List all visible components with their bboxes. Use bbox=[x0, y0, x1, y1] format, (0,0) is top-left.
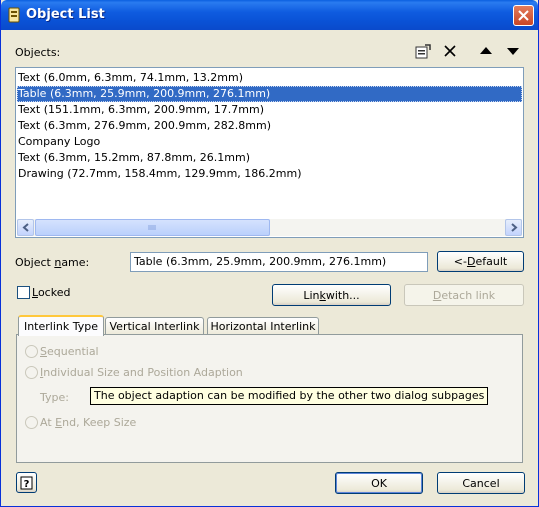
object-name-label: Object name: bbox=[15, 256, 90, 269]
horizontal-scrollbar[interactable] bbox=[17, 219, 522, 236]
delete-x-icon[interactable] bbox=[441, 43, 459, 59]
objects-listbox[interactable]: Text (6.0mm, 6.3mm, 74.1mm, 13.2mm) Tabl… bbox=[15, 67, 524, 238]
chevron-left-icon bbox=[21, 223, 29, 232]
scroll-thumb[interactable] bbox=[35, 219, 270, 236]
locked-checkbox[interactable] bbox=[17, 286, 30, 299]
close-button[interactable] bbox=[513, 5, 534, 26]
grip-icon bbox=[148, 225, 156, 230]
default-button[interactable]: <- Default bbox=[437, 251, 524, 272]
scroll-right-button[interactable] bbox=[505, 219, 522, 236]
object-list-dialog: Object List Objects: Text (6.0mm, 6.3mm,… bbox=[0, 0, 539, 507]
arrow-down-icon[interactable] bbox=[504, 43, 522, 59]
list-item[interactable]: Text (6.3mm, 276.9mm, 200.9mm, 282.8mm) bbox=[17, 118, 522, 134]
sequential-label: Sequential bbox=[40, 345, 99, 358]
title-bar[interactable]: Object List bbox=[1, 0, 538, 30]
properties-icon[interactable] bbox=[414, 43, 432, 59]
help-question-icon: ? bbox=[20, 476, 33, 490]
window-title: Object List bbox=[26, 7, 105, 22]
close-icon bbox=[518, 10, 529, 21]
tab-vertical-interlink[interactable]: Vertical Interlink bbox=[105, 317, 204, 335]
sequential-radio[interactable] bbox=[25, 345, 38, 358]
link-with-button[interactable]: Lin k with... bbox=[272, 284, 391, 306]
svg-text:?: ? bbox=[24, 479, 30, 490]
chevron-right-icon bbox=[510, 223, 518, 232]
list-item[interactable]: Text (6.3mm, 15.2mm, 87.8mm, 26.1mm) bbox=[17, 150, 522, 166]
list-item-selected[interactable]: Table (6.3mm, 25.9mm, 200.9mm, 276.1mm) bbox=[17, 86, 522, 102]
tooltip: The object adaption can be modified by t… bbox=[90, 387, 489, 405]
list-item[interactable]: Drawing (72.7mm, 158.4mm, 129.9mm, 186.2… bbox=[17, 166, 522, 182]
detach-link-button[interactable]: Detach link bbox=[404, 284, 524, 306]
ok-button[interactable]: OK bbox=[335, 472, 423, 494]
list-item[interactable]: Text (151.1mm, 6.3mm, 200.9mm, 17.7mm) bbox=[17, 102, 522, 118]
at-end-keep-size-label: At End, Keep Size bbox=[40, 416, 137, 429]
cancel-button[interactable]: Cancel bbox=[437, 472, 525, 494]
scroll-left-button[interactable] bbox=[17, 219, 34, 236]
list-item[interactable]: Text (6.0mm, 6.3mm, 74.1mm, 13.2mm) bbox=[17, 70, 522, 86]
help-button[interactable]: ? bbox=[16, 472, 37, 493]
list-item[interactable]: Company Logo bbox=[17, 134, 522, 150]
individual-adaption-radio[interactable] bbox=[25, 366, 38, 379]
tab-horizontal-interlink[interactable]: Horizontal Interlink bbox=[207, 317, 319, 335]
object-name-input[interactable]: Table (6.3mm, 25.9mm, 200.9mm, 276.1mm) bbox=[130, 252, 428, 272]
type-label: Type: bbox=[40, 391, 69, 404]
locked-label: Locked bbox=[32, 286, 71, 299]
tab-interlink-type[interactable]: Interlink Type bbox=[18, 315, 104, 336]
objects-label: Objects: bbox=[15, 46, 61, 59]
arrow-up-icon[interactable] bbox=[477, 43, 495, 59]
individual-adaption-label: Individual Size and Position Adaption bbox=[40, 366, 243, 379]
at-end-keep-size-radio[interactable] bbox=[25, 416, 38, 429]
app-icon bbox=[7, 7, 21, 23]
